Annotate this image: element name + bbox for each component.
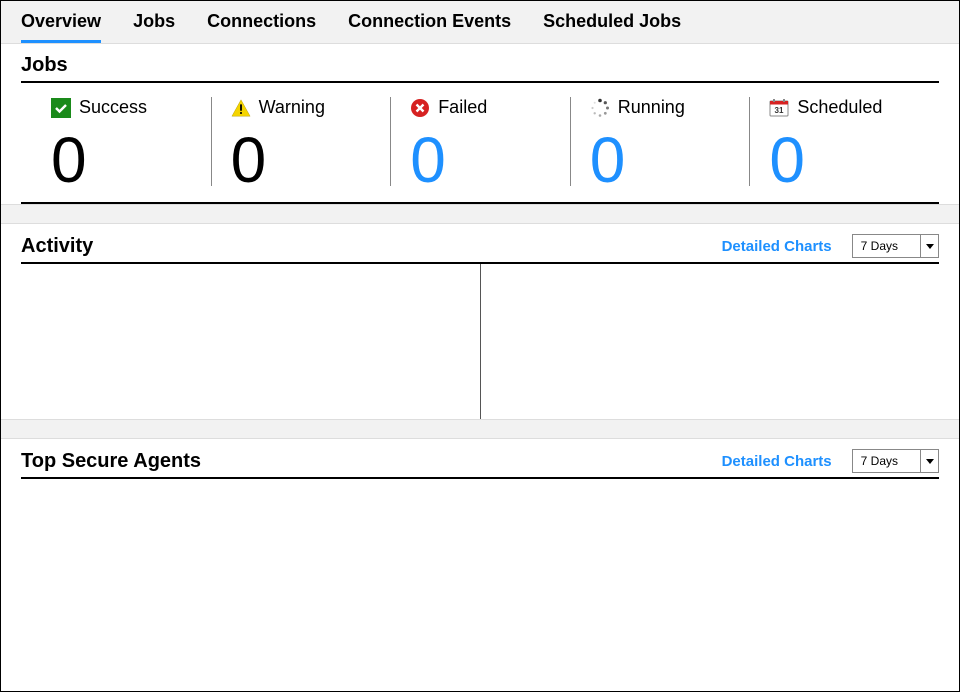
agents-header: Top Secure Agents Detailed Charts 7 Days [21,449,939,479]
divider [1,204,959,224]
status-value: 0 [769,128,803,192]
status-value: 0 [590,128,624,192]
activity-body [21,264,939,419]
tab-jobs[interactable]: Jobs [133,11,175,43]
agents-panel: Top Secure Agents Detailed Charts 7 Days [1,439,959,629]
failed-icon [410,98,430,118]
tab-connections[interactable]: Connections [207,11,316,43]
status-label: Success [79,97,147,118]
calendar-icon: 31 [769,98,789,118]
agents-body [21,479,939,629]
tab-overview[interactable]: Overview [21,11,101,43]
detailed-charts-link[interactable]: Detailed Charts [722,238,832,255]
select-value: 7 Days [853,454,920,468]
status-success: Success 0 [31,97,211,192]
select-value: 7 Days [853,239,920,253]
activity-chart-left [21,264,480,419]
status-label: Failed [438,97,487,118]
jobs-status-row: Success 0 Warning 0 Failed 0 [21,83,939,204]
jobs-title: Jobs [21,54,939,83]
status-value: 0 [231,128,265,192]
activity-header: Activity Detailed Charts 7 Days [21,234,939,264]
status-value: 0 [410,128,444,192]
status-warning: Warning 0 [211,97,391,192]
status-label: Warning [259,97,325,118]
agents-range-select[interactable]: 7 Days [852,449,939,473]
divider [1,419,959,439]
tab-scheduled-jobs[interactable]: Scheduled Jobs [543,11,681,43]
spinner-icon [590,98,610,118]
check-icon [51,98,71,118]
status-label: Running [618,97,685,118]
svg-text:31: 31 [775,106,784,115]
activity-panel: Activity Detailed Charts 7 Days [1,224,959,419]
status-scheduled: 31 Scheduled 0 [749,97,929,192]
warning-icon [231,98,251,118]
status-failed: Failed 0 [390,97,570,192]
jobs-panel: Jobs Success 0 Warning 0 [1,44,959,204]
activity-range-select[interactable]: 7 Days [852,234,939,258]
activity-title: Activity [21,235,722,258]
tab-connection-events[interactable]: Connection Events [348,11,511,43]
chevron-down-icon [920,235,938,257]
detailed-charts-link[interactable]: Detailed Charts [722,453,832,470]
status-running: Running 0 [570,97,750,192]
chevron-down-icon [920,450,938,472]
status-label: Scheduled [797,97,882,118]
activity-chart-right [481,264,940,419]
agents-title: Top Secure Agents [21,450,722,473]
tabs-bar: Overview Jobs Connections Connection Eve… [1,1,959,44]
status-value: 0 [51,128,85,192]
